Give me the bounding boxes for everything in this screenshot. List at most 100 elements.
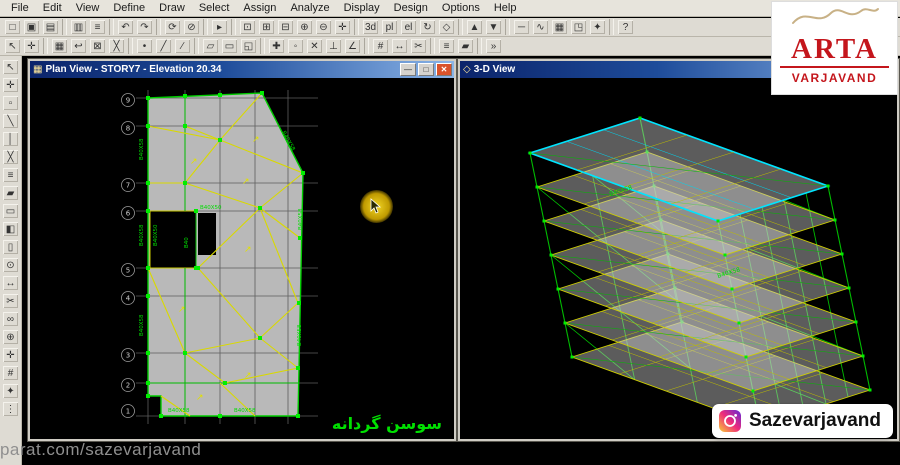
redo-icon[interactable]: ↷ xyxy=(136,19,153,35)
new-model-icon[interactable]: □ xyxy=(4,19,21,35)
draw-frame-icon[interactable]: ╱ xyxy=(155,38,172,54)
perspective-toggle-icon[interactable]: ◇ xyxy=(438,19,455,35)
more-tools-icon[interactable]: ⋮ xyxy=(2,401,19,417)
draw-link-icon[interactable]: ∞ xyxy=(2,311,19,327)
draw-rect-area-icon[interactable]: ▭ xyxy=(221,38,238,54)
snap-intersections-icon[interactable]: ✕ xyxy=(306,38,323,54)
show-output-tables-icon[interactable]: ▦ xyxy=(551,19,568,35)
toolbar-separator xyxy=(231,19,236,35)
menu-options[interactable]: Options xyxy=(435,1,487,15)
named-display-icon[interactable]: » xyxy=(485,38,502,54)
draw-quick-frame-side-icon[interactable]: │ xyxy=(2,131,19,147)
draw-rect-area-side-icon[interactable]: ▭ xyxy=(2,203,19,219)
menu-display[interactable]: Display xyxy=(337,1,387,15)
view-options-icon[interactable]: ✦ xyxy=(589,19,606,35)
draw-wall-icon[interactable]: ▯ xyxy=(2,239,19,255)
grid-lines-icon[interactable]: # xyxy=(372,38,389,54)
watermark-text: aparat.com/sazevarjavand xyxy=(0,440,202,459)
draw-quick-frame-icon[interactable]: ∕ xyxy=(174,38,191,54)
zoom-in-icon[interactable]: ⊕ xyxy=(296,19,313,35)
draw-ref-point-icon[interactable]: ⊙ xyxy=(2,257,19,273)
undo-icon[interactable]: ↶ xyxy=(117,19,134,35)
logo-title: ARTA xyxy=(791,33,878,65)
measure-icon[interactable]: ↔ xyxy=(391,38,408,54)
close-button[interactable]: ✕ xyxy=(436,63,452,76)
plan-view-icon[interactable]: pl xyxy=(381,19,398,35)
view3d-canvas[interactable]: B40X58 B40X58 xyxy=(460,78,897,439)
move-up-list-icon[interactable]: ▲ xyxy=(466,19,483,35)
show-deformed-icon[interactable]: ∿ xyxy=(532,19,549,35)
assign-frame-icon[interactable]: ≡ xyxy=(438,38,455,54)
minimize-button[interactable]: — xyxy=(400,63,416,76)
previous-zoom-icon[interactable]: ⊟ xyxy=(277,19,294,35)
menu-select[interactable]: Select xyxy=(192,1,237,15)
grid-tool-icon[interactable]: # xyxy=(2,365,19,381)
draw-area-icon[interactable]: ▱ xyxy=(202,38,219,54)
assign-area-icon[interactable]: ▰ xyxy=(457,38,474,54)
options-tool-icon[interactable]: ✦ xyxy=(2,383,19,399)
draw-braces-icon[interactable]: ╳ xyxy=(2,149,19,165)
pan-icon[interactable]: ✛ xyxy=(334,19,351,35)
lock-model-icon[interactable]: ⊘ xyxy=(183,19,200,35)
draw-joint-icon[interactable]: ▫ xyxy=(2,95,19,111)
draw-special-joint-icon[interactable]: • xyxy=(136,38,153,54)
snap-perpendicular-icon[interactable]: ⊥ xyxy=(325,38,342,54)
menu-design[interactable]: Design xyxy=(387,1,435,15)
snap-lines-icon[interactable]: ∠ xyxy=(344,38,361,54)
draw-floor-area-icon[interactable]: ▰ xyxy=(2,185,19,201)
snap-midpoints-icon[interactable]: ◦ xyxy=(287,38,304,54)
draw-dimension-icon[interactable]: ↔ xyxy=(2,275,19,291)
elevation-view-icon[interactable]: el xyxy=(400,19,417,35)
plan-drawing[interactable]: 9 8 7 6 5 4 3 2 1 B40X58 B40X58 B40X58 B40X58 B40X58 B… xyxy=(30,78,454,439)
menu-assign[interactable]: Assign xyxy=(236,1,283,15)
move-down-list-icon[interactable]: ▼ xyxy=(485,19,502,35)
draw-quick-area-icon[interactable]: ◱ xyxy=(240,38,257,54)
restore-button[interactable]: □ xyxy=(418,63,434,76)
zoom-out-icon[interactable]: ⊖ xyxy=(315,19,332,35)
rubber-band-zoom-icon[interactable]: ⊡ xyxy=(239,19,256,35)
plan-view-window[interactable]: ▦ Plan View - STORY7 - Elevation 20.34 —… xyxy=(28,59,456,441)
run-analysis-icon[interactable]: ▸ xyxy=(211,19,228,35)
select-all-icon[interactable]: ▦ xyxy=(51,38,68,54)
restore-full-view-icon[interactable]: ⊞ xyxy=(258,19,275,35)
restore-previous-selection-icon[interactable]: ↩ xyxy=(70,38,87,54)
pan-tool-icon[interactable]: ✛ xyxy=(2,347,19,363)
open-model-icon[interactable]: ▣ xyxy=(23,19,40,35)
draw-quick-area-side-icon[interactable]: ◧ xyxy=(2,221,19,237)
menu-analyze[interactable]: Analyze xyxy=(283,1,336,15)
menu-help[interactable]: Help xyxy=(487,1,524,15)
view3d-drawing[interactable]: B40X58B40X58 xyxy=(460,78,897,439)
section-cut-icon[interactable]: ✂ xyxy=(410,38,427,54)
section-cut-side-icon[interactable]: ✂ xyxy=(2,293,19,309)
draw-secondary-beams-icon[interactable]: ≡ xyxy=(2,167,19,183)
grid-bubble-label: 4 xyxy=(126,295,131,303)
plan-window-titlebar[interactable]: ▦ Plan View - STORY7 - Elevation 20.34 —… xyxy=(30,61,454,78)
print-graphics-icon[interactable]: ▥ xyxy=(70,19,87,35)
menu-view[interactable]: View xyxy=(69,1,107,15)
view-3d-icon[interactable]: 3d xyxy=(362,19,379,35)
menu-file[interactable]: File xyxy=(4,1,36,15)
menu-define[interactable]: Define xyxy=(106,1,152,15)
refresh-window-icon[interactable]: ⟳ xyxy=(164,19,181,35)
save-model-icon[interactable]: ▤ xyxy=(42,19,59,35)
intersecting-line-select-icon[interactable]: ╳ xyxy=(108,38,125,54)
toolbar-separator xyxy=(194,38,199,54)
beam-label: B40X58 xyxy=(297,324,303,346)
reshape-icon[interactable]: ✛ xyxy=(2,77,19,93)
menu-edit[interactable]: Edit xyxy=(36,1,69,15)
plan-view-canvas[interactable]: 9 8 7 6 5 4 3 2 1 B40X58 B40X58 B40X58 B40X58 B40X58 B… xyxy=(30,78,454,439)
zoom-tool-icon[interactable]: ⊕ xyxy=(2,329,19,345)
pointer-icon[interactable]: ↖ xyxy=(2,59,19,75)
object-shrink-icon[interactable]: ◳ xyxy=(570,19,587,35)
pointer-select-icon[interactable]: ↖ xyxy=(4,38,21,54)
print-tables-icon[interactable]: ≡ xyxy=(89,19,106,35)
help-pointer-icon[interactable]: ? xyxy=(617,19,634,35)
rotate-3d-view-icon[interactable]: ↻ xyxy=(419,19,436,35)
clear-selection-icon[interactable]: ⊠ xyxy=(89,38,106,54)
snap-joints-icon[interactable]: ✚ xyxy=(268,38,285,54)
draw-frame-side-icon[interactable]: ╲ xyxy=(2,113,19,129)
menu-draw[interactable]: Draw xyxy=(152,1,192,15)
reshape-object-icon[interactable]: ✛ xyxy=(23,38,40,54)
show-undeformed-icon[interactable]: ─ xyxy=(513,19,530,35)
view3d-window[interactable]: ◇ 3-D View — □ ✕ B40X58B40X58 xyxy=(458,59,899,441)
